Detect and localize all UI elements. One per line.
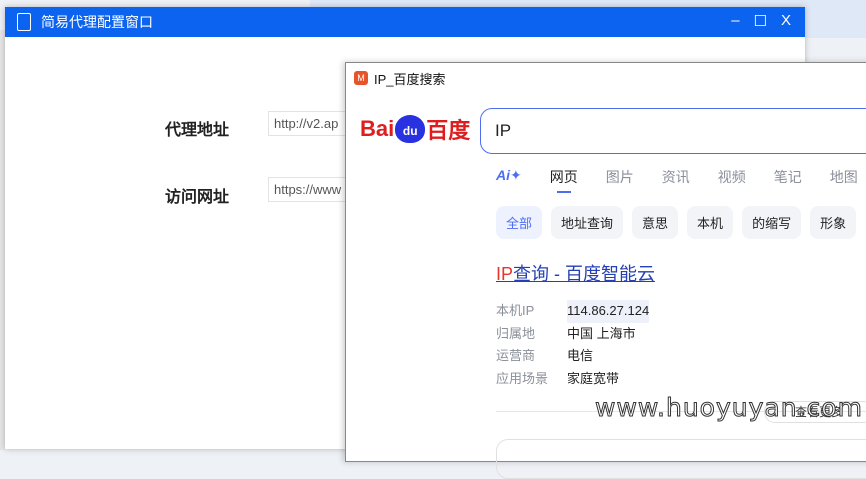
tab-web[interactable]: 网页 xyxy=(550,167,578,193)
result-title-link[interactable]: IP查询 - 百度智能云 xyxy=(496,260,655,286)
minimize-button[interactable]: – xyxy=(731,12,739,30)
logo-text-cn: 百度 xyxy=(426,118,471,143)
tab-ai[interactable]: Ai✦ xyxy=(496,167,522,187)
info-row: 应用场景 家庭宽带 xyxy=(496,368,649,391)
tab-notes[interactable]: 笔记 xyxy=(774,167,802,187)
ip-info: 本机IP 114.86.27.124 归属地 中国 上海市 运营商 电信 应用场景 家庭… xyxy=(496,300,650,391)
logo-text: Bai xyxy=(360,116,395,141)
chip[interactable]: 地址查询 xyxy=(551,206,624,239)
next-result-card xyxy=(496,439,866,479)
baidu-logo[interactable]: Bai du 百度 xyxy=(360,113,470,145)
search-input[interactable]: IP xyxy=(480,108,866,154)
info-value: 114.86.27.124 xyxy=(567,300,650,323)
result-title-ip: IP xyxy=(496,264,514,284)
chip[interactable]: 本机 xyxy=(687,206,734,239)
info-value: 中国 上海市 xyxy=(567,325,636,341)
info-row: 运营商 电信 xyxy=(496,345,649,368)
result-title-text: 查询 - 百度智能云 xyxy=(513,264,656,284)
info-row: 归属地 中国 上海市 xyxy=(496,323,649,346)
tab-video[interactable]: 视频 xyxy=(718,167,746,187)
close-button[interactable]: X xyxy=(781,12,791,30)
paw-icon: du xyxy=(395,115,426,143)
info-key: 应用场景 xyxy=(496,370,549,386)
info-key: 运营商 xyxy=(496,348,536,363)
maximize-button[interactable]: ☐ xyxy=(754,12,767,30)
info-value: 电信 xyxy=(567,348,594,363)
chip[interactable]: 意思 xyxy=(632,206,679,239)
info-key: 归属地 xyxy=(496,325,536,341)
info-key: 本机IP xyxy=(496,303,535,318)
chip[interactable]: 的缩写 xyxy=(742,206,802,239)
proxy-address-label: 代理地址 xyxy=(165,122,230,139)
app-icon xyxy=(17,13,31,31)
visit-url-label: 访问网址 xyxy=(165,189,230,206)
browser-title: IP_百度搜索 xyxy=(374,71,446,87)
tab-images[interactable]: 图片 xyxy=(606,167,634,187)
info-row: 本机IP 114.86.27.124 xyxy=(496,300,650,323)
chip-all[interactable]: 全部 xyxy=(496,206,543,239)
tab-news[interactable]: 资讯 xyxy=(662,167,690,187)
tab-map[interactable]: 地图 xyxy=(830,167,858,187)
title-bar[interactable]: 简易代理配置窗口 – ☐ X xyxy=(5,7,805,37)
window-title: 简易代理配置窗口 xyxy=(41,14,153,30)
info-value: 家庭宽带 xyxy=(567,370,620,386)
browser-icon: M xyxy=(354,71,368,85)
chip[interactable]: 形象 xyxy=(810,206,857,239)
watermark: www.huoyuyan.com xyxy=(595,393,863,423)
browser-title-bar[interactable]: M IP_百度搜索 xyxy=(346,63,866,93)
